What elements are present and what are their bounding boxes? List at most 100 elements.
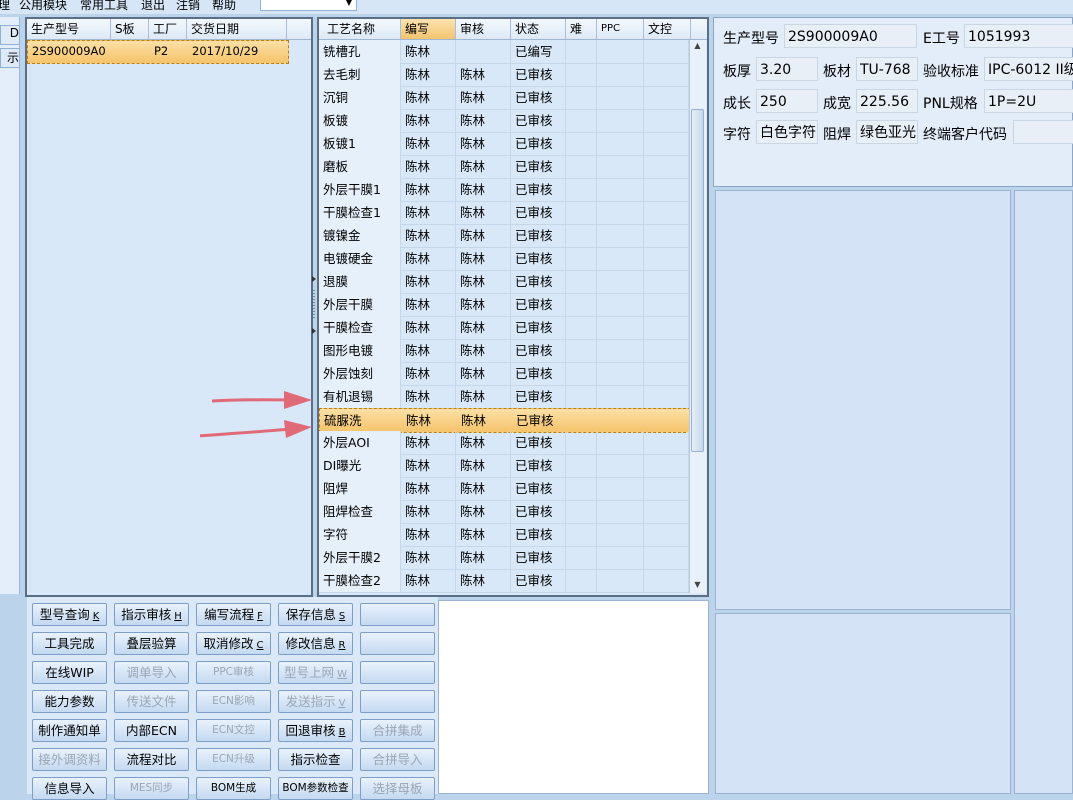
field-e-number[interactable]: 1051993: [964, 24, 1073, 48]
field-standard[interactable]: IPC-6012 II级: [984, 57, 1073, 81]
action-button-r3-c4[interactable]: [360, 690, 435, 713]
action-button-r5-c0[interactable]: 接外调资料: [32, 748, 107, 771]
action-button-r6-c4[interactable]: 选择母板: [360, 777, 435, 800]
action-button-r4-c0[interactable]: 制作通知单: [32, 719, 107, 742]
action-button-r1-c2[interactable]: 取消修改 C: [196, 632, 271, 655]
action-button-r4-c2[interactable]: ECN文控: [196, 719, 271, 742]
action-button-r2-c4[interactable]: [360, 661, 435, 684]
col-header-status[interactable]: 状态: [511, 19, 566, 39]
menu-item-common-tools[interactable]: 常用工具: [80, 0, 128, 13]
action-button-r0-c4[interactable]: [360, 603, 435, 626]
table-row[interactable]: DI曝光 陈林 陈林 已审核: [319, 454, 689, 478]
action-button-r3-c1[interactable]: 传送文件: [114, 690, 189, 713]
action-button-r0-c3[interactable]: 保存信息 S: [278, 603, 353, 626]
action-button-r4-c4[interactable]: 合拼集成: [360, 719, 435, 742]
action-button-r6-c0[interactable]: 信息导入: [32, 777, 107, 800]
action-button-r5-c3[interactable]: 指示检查: [278, 748, 353, 771]
table-row[interactable]: 干膜检查2 陈林 陈林 已审核: [319, 569, 689, 593]
button-hotkey: B: [338, 727, 346, 738]
menu-item-help[interactable]: 帮助: [212, 0, 236, 13]
table-row[interactable]: 外层蚀刻 陈林 陈林 已审核: [319, 362, 689, 386]
action-button-r3-c2[interactable]: ECN影响: [196, 690, 271, 713]
table-row[interactable]: 退膜 陈林 陈林 已审核: [319, 270, 689, 294]
table-row[interactable]: 2S900009A0 P2 2017/10/29: [27, 40, 289, 64]
table-row[interactable]: 字符 陈林 陈林 已审核: [319, 523, 689, 547]
table-row[interactable]: 板镀1 陈林 陈林 已审核: [319, 132, 689, 156]
field-pnl[interactable]: 1P=2U: [984, 89, 1073, 113]
col-header-s-board[interactable]: S板: [111, 19, 149, 39]
table-row[interactable]: 铣槽孔 陈林 已编写: [319, 40, 689, 64]
table-row[interactable]: 沉铜 陈林 陈林 已审核: [319, 86, 689, 110]
stub-button-top[interactable]: D: [0, 25, 20, 45]
action-button-r4-c3[interactable]: 回退审核 B: [278, 719, 353, 742]
field-model[interactable]: 2S900009A0: [784, 24, 917, 48]
col-header-doc-control[interactable]: 文控: [644, 19, 691, 39]
table-row[interactable]: 外层干膜 陈林 陈林 已审核: [319, 293, 689, 317]
col-header-delivery-date[interactable]: 交货日期: [187, 19, 287, 39]
cell-status: 已审核: [511, 224, 566, 247]
col-header-ppc[interactable]: PPC: [597, 19, 644, 39]
menu-dropdown[interactable]: ▼: [260, 0, 357, 11]
col-header-process-name[interactable]: 工艺名称: [319, 19, 401, 39]
table-row[interactable]: 去毛刺 陈林 陈林 已审核: [319, 63, 689, 87]
table-row[interactable]: 外层干膜2 陈林 陈林 已审核: [319, 546, 689, 570]
field-customer-code[interactable]: [1013, 120, 1073, 144]
table-row[interactable]: 干膜检查 陈林 陈林 已审核: [319, 316, 689, 340]
table-row[interactable]: 有机退锡 陈林 陈林 已审核: [319, 385, 689, 409]
field-material[interactable]: TU-768: [856, 57, 918, 81]
scrollbar-thumb[interactable]: [691, 109, 704, 452]
action-button-r2-c2[interactable]: PPC审核: [196, 661, 271, 684]
col-header-reviewer[interactable]: 审核: [456, 19, 511, 39]
action-button-r2-c1[interactable]: 调单导入: [114, 661, 189, 684]
button-label: ECN影响: [212, 695, 255, 707]
menu-item-system[interactable]: 理: [0, 0, 10, 13]
cell-writer: 陈林: [401, 270, 456, 293]
table-row[interactable]: 硫脲洗 陈林 陈林 已审核: [319, 408, 691, 433]
scroll-up-icon[interactable]: ▲: [691, 41, 704, 53]
action-button-r3-c0[interactable]: 能力参数: [32, 690, 107, 713]
action-button-r2-c3[interactable]: 型号上网 W: [278, 661, 353, 684]
table-row[interactable]: 图形电镀 陈林 陈林 已审核: [319, 339, 689, 363]
field-width[interactable]: 225.56: [856, 89, 918, 113]
table-row[interactable]: 干膜检查1 陈林 陈林 已审核: [319, 201, 689, 225]
action-button-r0-c2[interactable]: 编写流程 F: [196, 603, 271, 626]
action-button-r5-c1[interactable]: 流程对比: [114, 748, 189, 771]
table-row[interactable]: 阻焊 陈林 陈林 已审核: [319, 477, 689, 501]
action-button-r5-c4[interactable]: 合拼导入: [360, 748, 435, 771]
action-button-r1-c1[interactable]: 叠层验算: [114, 632, 189, 655]
col-header-model[interactable]: 生产型号: [27, 19, 111, 39]
table-row[interactable]: 电镀硬金 陈林 陈林 已审核: [319, 247, 689, 271]
action-button-r1-c0[interactable]: 工具完成: [32, 632, 107, 655]
action-button-r0-c0[interactable]: 型号查询 K: [32, 603, 107, 626]
field-solder-mask[interactable]: 绿色亚光: [856, 120, 918, 144]
action-button-r1-c4[interactable]: [360, 632, 435, 655]
menu-item-common-modules[interactable]: 公用模块: [19, 0, 67, 13]
menu-item-exit[interactable]: 退出: [141, 0, 165, 13]
field-length[interactable]: 250: [756, 89, 818, 113]
field-character[interactable]: 白色字符: [756, 120, 818, 144]
table-row[interactable]: 外层AOI 陈林 陈林 已审核: [319, 431, 689, 455]
table-row[interactable]: 阻焊检查 陈林 陈林 已审核: [319, 500, 689, 524]
cell-process-name: 干膜检查1: [319, 201, 401, 224]
scroll-down-icon[interactable]: ▼: [691, 580, 704, 592]
action-button-r6-c2[interactable]: BOM生成: [196, 777, 271, 800]
table-row[interactable]: 镀镍金 陈林 陈林 已审核: [319, 224, 689, 248]
menu-item-logout[interactable]: 注销: [176, 0, 200, 13]
action-button-r1-c3[interactable]: 修改信息 R: [278, 632, 353, 655]
action-button-r6-c3[interactable]: BOM参数检查: [278, 777, 353, 800]
field-thickness[interactable]: 3.20: [756, 57, 818, 81]
action-button-r2-c0[interactable]: 在线WIP: [32, 661, 107, 684]
action-button-r3-c3[interactable]: 发送指示 V: [278, 690, 353, 713]
action-button-r5-c2[interactable]: ECN升级: [196, 748, 271, 771]
action-button-r6-c1[interactable]: MES同步: [114, 777, 189, 800]
table-row[interactable]: 磨板 陈林 陈林 已审核: [319, 155, 689, 179]
cell-writer: 陈林: [401, 201, 456, 224]
col-header-factory[interactable]: 工厂: [149, 19, 187, 39]
table-row[interactable]: 板镀 陈林 陈林 已审核: [319, 109, 689, 133]
action-button-r0-c1[interactable]: 指示审核 H: [114, 603, 189, 626]
col-header-difficulty[interactable]: 难: [566, 19, 597, 39]
table-row[interactable]: 外层干膜1 陈林 陈林 已审核: [319, 178, 689, 202]
action-button-r4-c1[interactable]: 内部ECN: [114, 719, 189, 742]
stub-button-show[interactable]: 示: [0, 48, 20, 68]
col-header-writer[interactable]: 编写: [401, 19, 456, 39]
